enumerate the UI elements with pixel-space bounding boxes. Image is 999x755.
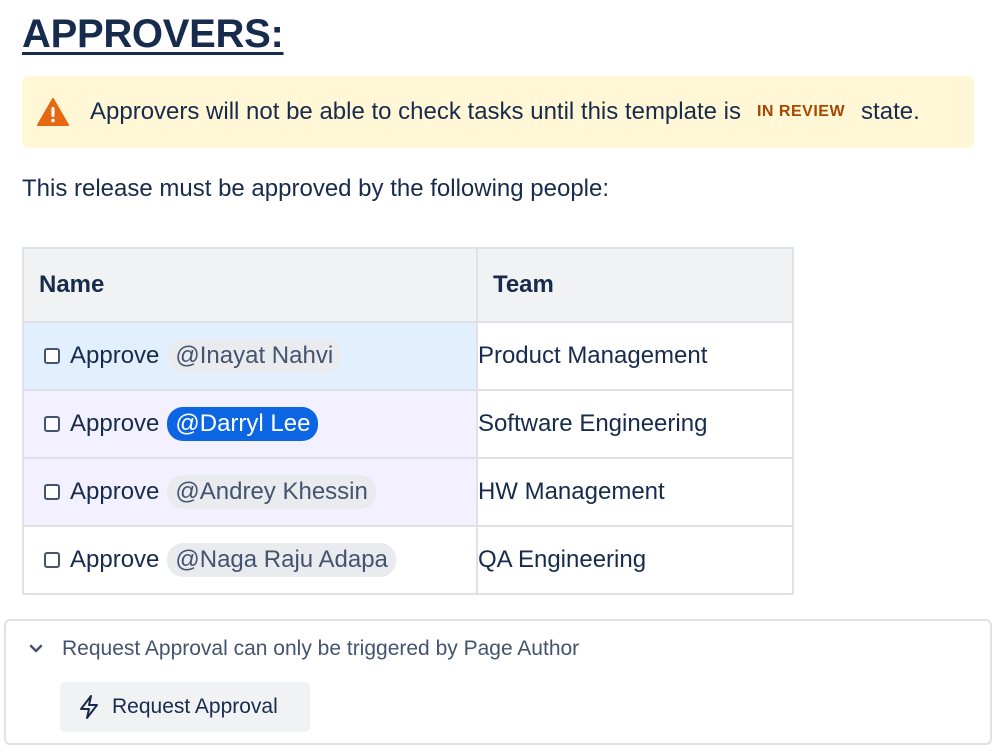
warning-banner: Approvers will not be able to check task… bbox=[22, 76, 974, 148]
page: APPROVERS: Approvers will not be able to… bbox=[0, 0, 999, 755]
warning-icon bbox=[36, 97, 70, 127]
page-heading: APPROVERS: bbox=[22, 12, 284, 56]
name-cell: Approve @Inayat Nahvi bbox=[22, 321, 478, 391]
user-mention[interactable]: @Naga Raju Adapa bbox=[167, 543, 396, 577]
approve-label: Approve bbox=[70, 478, 160, 505]
approve-label: Approve bbox=[70, 546, 160, 573]
column-header-team: Team bbox=[475, 247, 795, 323]
approve-checkbox[interactable] bbox=[44, 552, 60, 568]
team-cell: HW Management bbox=[475, 457, 795, 527]
lightning-bolt-icon bbox=[78, 694, 100, 720]
table-row: Approve @Darryl Lee Software Engineering bbox=[22, 389, 795, 459]
table-row: Approve @Inayat Nahvi Product Management bbox=[22, 321, 795, 391]
table-row: Approve @Andrey Khessin HW Management bbox=[22, 457, 795, 527]
user-mention[interactable]: @Inayat Nahvi bbox=[167, 339, 342, 373]
approve-checkbox[interactable] bbox=[44, 348, 60, 364]
warning-text-before: Approvers will not be able to check task… bbox=[90, 98, 741, 125]
team-cell: Software Engineering bbox=[475, 389, 795, 459]
column-header-name: Name bbox=[22, 247, 478, 323]
intro-text: This release must be approved by the fol… bbox=[22, 175, 610, 202]
team-cell: QA Engineering bbox=[475, 525, 795, 595]
panel-header: Request Approval can only be triggered b… bbox=[26, 637, 579, 661]
approve-checkbox[interactable] bbox=[44, 484, 60, 500]
approvers-table: Name Team Approve @Inayat Nahvi Product … bbox=[22, 247, 795, 595]
table-header-row: Name Team bbox=[22, 247, 795, 323]
approve-label: Approve bbox=[70, 410, 160, 437]
user-mention-self[interactable]: @Darryl Lee bbox=[167, 407, 319, 441]
request-approval-panel: Request Approval can only be triggered b… bbox=[4, 619, 992, 745]
name-cell: Approve @Darryl Lee bbox=[22, 389, 478, 459]
team-cell: Product Management bbox=[475, 321, 795, 391]
user-mention[interactable]: @Andrey Khessin bbox=[167, 475, 376, 509]
warning-text-after: state. bbox=[861, 98, 920, 125]
panel-header-text: Request Approval can only be triggered b… bbox=[62, 637, 580, 660]
warning-message: Approvers will not be able to check task… bbox=[90, 98, 920, 126]
approve-label: Approve bbox=[70, 342, 160, 369]
name-cell: Approve @Andrey Khessin bbox=[22, 457, 478, 527]
chevron-down-icon[interactable] bbox=[26, 639, 46, 659]
name-cell: Approve @Naga Raju Adapa bbox=[22, 525, 478, 595]
request-approval-button[interactable]: Request Approval bbox=[60, 682, 310, 732]
table-row: Approve @Naga Raju Adapa QA Engineering bbox=[22, 525, 795, 595]
request-approval-label: Request Approval bbox=[112, 695, 278, 718]
approve-checkbox[interactable] bbox=[44, 416, 60, 432]
status-lozenge: IN REVIEW bbox=[756, 103, 846, 120]
